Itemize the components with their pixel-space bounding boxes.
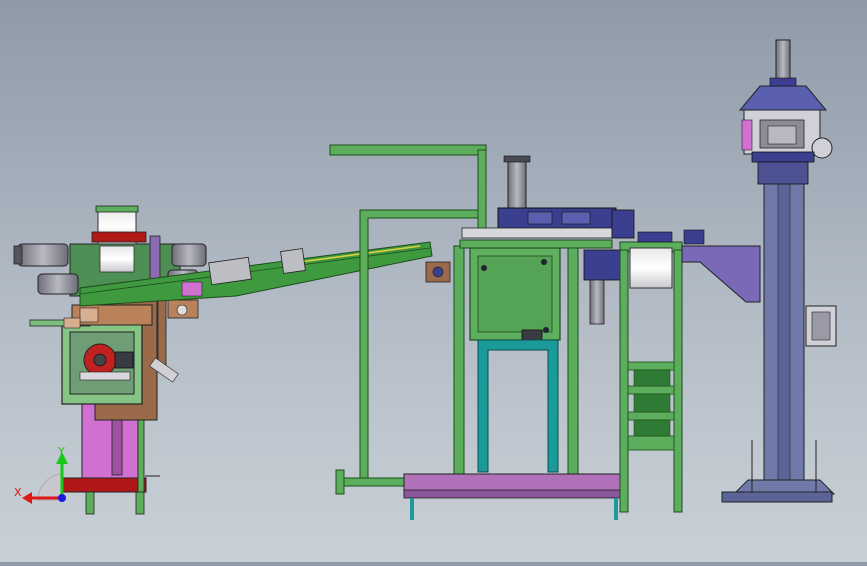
red-base-plate [61,477,147,493]
central-frame [329,144,635,520]
purple-bracket [681,245,761,303]
cad-viewport[interactable]: Y X [0,0,867,562]
press-cylinder [507,157,527,211]
navy-carriage [497,207,617,229]
left-cylinder-upper [17,243,69,267]
coordinate-triad: Y X [14,445,68,504]
triad-x-label: X [14,486,22,499]
frame-pipe-outer [329,144,487,209]
triad-y-label: Y [57,445,65,458]
left-feeder-station [13,205,207,515]
right-cylinder [171,243,207,267]
assembly-drawing: Y X [13,39,837,520]
z-axis-dot [58,494,66,502]
left-cylinder-lower [37,273,79,295]
right-roll-unit [583,229,761,513]
